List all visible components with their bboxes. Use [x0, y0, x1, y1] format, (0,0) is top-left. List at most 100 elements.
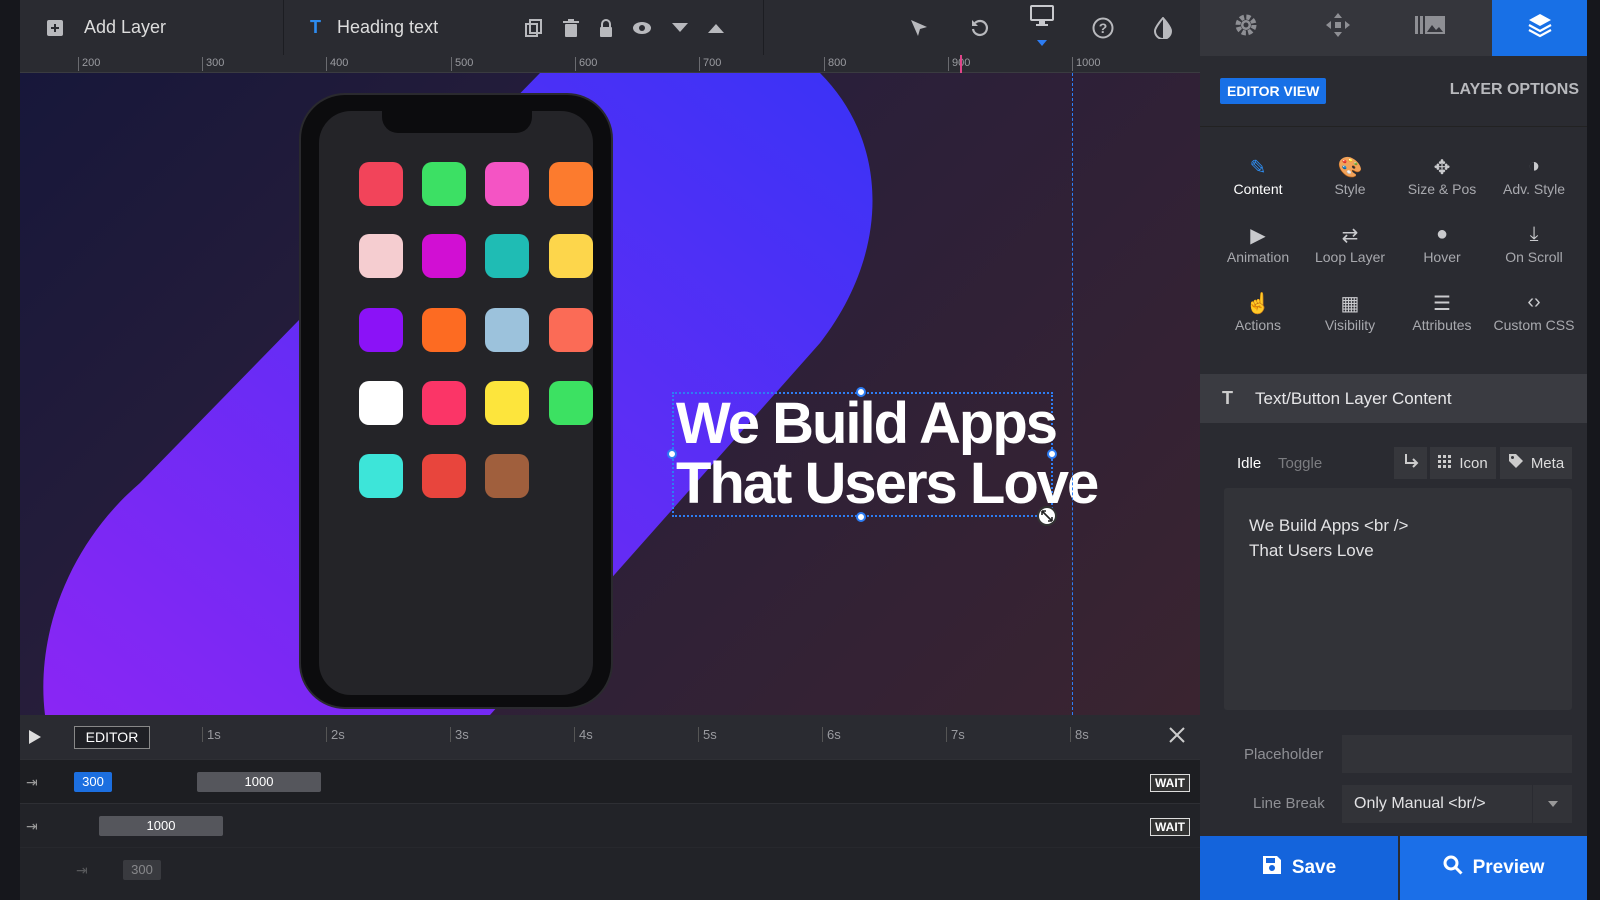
play-icon: ▶ [1250, 225, 1266, 247]
tab-slides[interactable] [1384, 0, 1476, 56]
device-desktop-button[interactable] [1030, 0, 1054, 55]
hand-pointer-icon: ☝ [1245, 293, 1271, 315]
move-layer-down-button[interactable] [672, 0, 688, 55]
timeline-panel: EDITOR 1s 2s 3s 4s 5s 6s 7s 8s ⇥ 300 1000 WAIT … [20, 715, 1200, 900]
frame-start-icon: ⇥ [26, 818, 38, 834]
move-layer-up-button[interactable] [708, 0, 724, 55]
animation-duration-bar[interactable]: 300 [123, 860, 161, 880]
ruler-tick: 500 [451, 57, 473, 71]
option-adv-style[interactable]: ◑ Adv. Style [1488, 155, 1580, 197]
editor-view-button[interactable]: EDITOR VIEW [1220, 78, 1327, 104]
line-break-select[interactable]: Only Manual <br/> [1342, 785, 1572, 823]
preview-label: Preview [1472, 857, 1545, 878]
scale-handle-icon[interactable] [1037, 506, 1057, 526]
code-icon: ‹› [1527, 291, 1541, 313]
start-time-badge[interactable]: 300 [74, 772, 112, 792]
app-icon [422, 162, 466, 206]
app-icon [485, 308, 529, 352]
resize-handle-right[interactable] [1047, 449, 1057, 459]
arrows-icon: ✥ [1433, 157, 1451, 179]
help-button[interactable]: ? [1092, 0, 1114, 55]
caret-up-icon [708, 23, 724, 33]
heading-text-layer[interactable]: We Build Apps That Users Love [672, 392, 1099, 517]
cursor-arrow-icon [909, 18, 929, 38]
floppy-disk-icon [1262, 855, 1282, 881]
option-label: Visibility [1324, 317, 1376, 333]
line-break-label: Line Break [1253, 795, 1325, 812]
timeline-row: ⇥ 300 [20, 847, 1200, 891]
layer-options-panel: EDITOR VIEW LAYER OPTIONS ✎ Content 🎨 Style… [1200, 0, 1587, 900]
option-hover[interactable]: ● Hover [1396, 223, 1488, 265]
layer-content-textarea[interactable]: We Build Apps <br /> That Users Love [1224, 488, 1572, 710]
delete-layer-button[interactable] [563, 0, 579, 55]
animation-duration-bar[interactable]: 1000 [197, 772, 321, 792]
save-button[interactable]: Save [1200, 836, 1398, 900]
app-icon [549, 162, 593, 206]
placeholder-input[interactable] [1342, 735, 1572, 773]
state-idle-tab[interactable]: Idle [1237, 455, 1261, 472]
option-animation[interactable]: ▶ Animation [1212, 223, 1304, 265]
icon-button-label: Icon [1459, 454, 1488, 472]
insert-linebreak-button[interactable] [1394, 447, 1427, 479]
resize-handle-left[interactable] [667, 449, 677, 459]
ruler-tick: 200 [78, 57, 100, 71]
panel-tabs [1200, 0, 1587, 56]
contrast-icon [1154, 16, 1172, 39]
select-tool-button[interactable] [909, 0, 929, 55]
editor-timeline-label[interactable]: EDITOR [74, 726, 150, 749]
select-chevron-down-icon [1532, 785, 1572, 823]
save-label: Save [1291, 857, 1337, 878]
gear-icon [1233, 12, 1259, 45]
tab-settings[interactable] [1200, 0, 1292, 56]
horizontal-ruler: 200 300 400 500 600 700 800 900 1000 [20, 55, 1200, 73]
option-content[interactable]: ✎ Content [1212, 155, 1304, 197]
time-scale-label: 6s [822, 727, 841, 742]
download-icon: ⤓ [1529, 223, 1539, 245]
wait-badge[interactable]: WAIT [1150, 774, 1190, 792]
pencil-icon: ✎ [1249, 157, 1267, 179]
option-size-pos[interactable]: ✥ Size & Pos [1396, 155, 1488, 197]
resize-handle-top[interactable] [856, 387, 866, 397]
option-label: Adv. Style [1503, 181, 1565, 197]
panel-divider [1200, 126, 1587, 127]
ruler-tick: 600 [575, 57, 597, 71]
tab-layers[interactable] [1492, 0, 1587, 56]
resize-handle-bottom[interactable] [856, 512, 866, 522]
grid-guide-line [1072, 73, 1073, 715]
wait-badge[interactable]: WAIT [1150, 818, 1190, 836]
add-layer-button[interactable]: Add Layer [46, 0, 166, 55]
help-circle-icon: ? [1092, 17, 1114, 39]
option-visibility[interactable]: ▦ Visibility [1304, 291, 1396, 333]
layer-name-field[interactable]: T Heading text [310, 0, 438, 55]
slides-icon [1415, 14, 1445, 43]
option-custom-css[interactable]: ‹› Custom CSS [1488, 291, 1580, 333]
tab-navigation[interactable] [1292, 0, 1384, 56]
option-loop-layer[interactable]: ⇄ Loop Layer [1304, 223, 1396, 265]
option-attributes[interactable]: ☰ Attributes [1396, 291, 1488, 333]
section-header: T Text/Button Layer Content [1200, 374, 1587, 423]
option-on-scroll[interactable]: ⤓ On Scroll [1488, 223, 1580, 265]
app-icon [549, 234, 593, 278]
caret-down-icon [672, 22, 688, 33]
slide-canvas[interactable]: We Build Apps That Users Love [20, 73, 1200, 715]
time-scale-label: 7s [946, 727, 965, 742]
lock-layer-button[interactable] [598, 0, 614, 55]
option-style[interactable]: 🎨 Style [1304, 155, 1396, 197]
animation-duration-bar[interactable]: 1000 [99, 816, 223, 836]
state-toggle-tab[interactable]: Toggle [1278, 455, 1322, 472]
duplicate-layer-button[interactable] [525, 0, 543, 55]
placeholder-label: Placeholder [1244, 746, 1324, 763]
layer-options-title[interactable]: LAYER OPTIONS [1450, 81, 1579, 99]
contrast-toggle-button[interactable] [1154, 0, 1172, 55]
insert-icon-button[interactable]: Icon [1430, 447, 1496, 479]
meta-button[interactable]: Meta [1500, 447, 1572, 479]
toggle-visibility-button[interactable] [632, 0, 652, 55]
close-timeline-button[interactable] [1168, 726, 1186, 749]
visibility-icon: ▦ [1340, 293, 1360, 315]
undo-button[interactable] [970, 0, 990, 55]
play-button[interactable] [28, 729, 42, 750]
option-actions[interactable]: ☝ Actions [1212, 291, 1304, 333]
preview-button[interactable]: Preview [1400, 836, 1587, 900]
app-icon [422, 308, 466, 352]
option-label: Loop Layer [1314, 249, 1386, 265]
